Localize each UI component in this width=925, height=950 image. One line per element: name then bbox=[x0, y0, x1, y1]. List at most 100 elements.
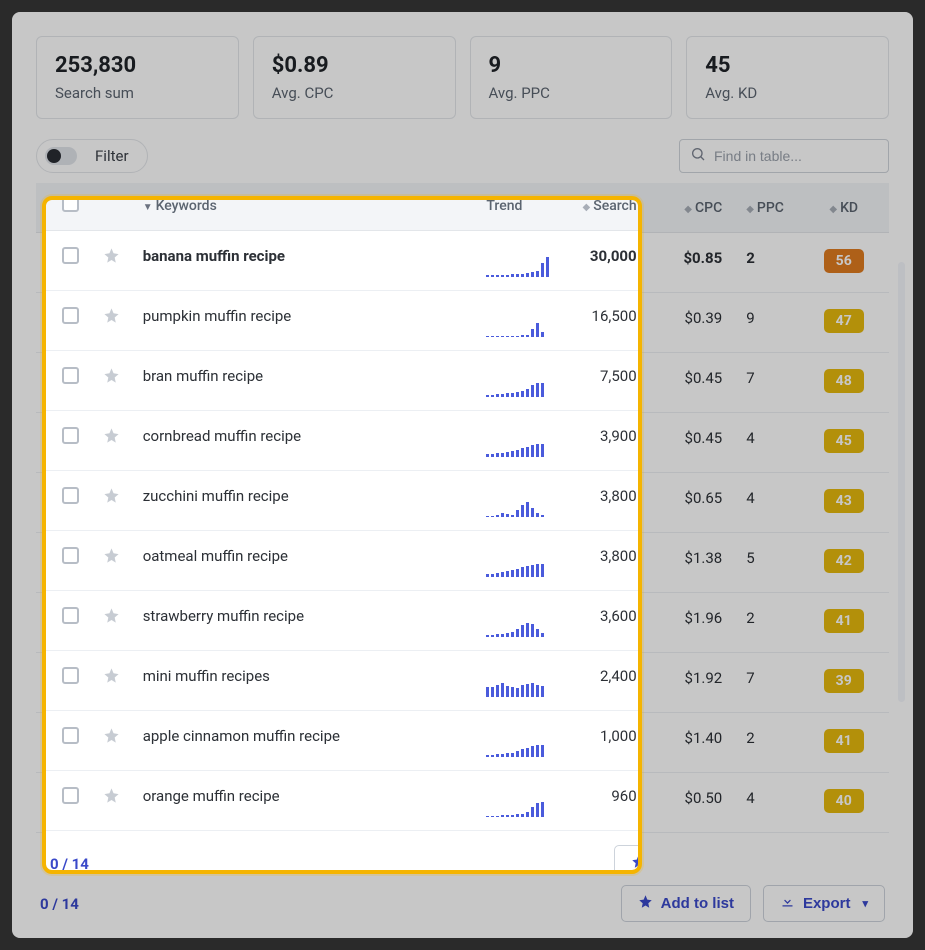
search-volume: 960 bbox=[614, 789, 639, 807]
ppc-value: 2 bbox=[746, 249, 755, 267]
cpc-value: $1.38 bbox=[685, 549, 723, 567]
star-icon[interactable] bbox=[94, 489, 119, 506]
table-search[interactable] bbox=[679, 139, 889, 173]
star-icon[interactable] bbox=[94, 729, 119, 746]
row-checkbox[interactable] bbox=[52, 609, 69, 626]
star-icon bbox=[638, 894, 653, 913]
ppc-value: 9 bbox=[746, 309, 754, 327]
ppc-value: 5 bbox=[746, 549, 754, 567]
stat-value: 45 bbox=[705, 53, 870, 78]
trend-sparkline bbox=[485, 737, 558, 759]
download-icon bbox=[780, 894, 795, 913]
row-checkbox[interactable] bbox=[52, 309, 69, 326]
keyword-text: bran muffin recipe bbox=[134, 369, 254, 387]
table-row[interactable]: strawberry muffin recipe3,600$1.96241 bbox=[36, 593, 889, 653]
keyword-text: orange muffin recipe bbox=[134, 789, 271, 807]
kd-badge: 42 bbox=[824, 549, 864, 573]
row-checkbox[interactable] bbox=[52, 369, 69, 386]
row-checkbox[interactable] bbox=[52, 249, 69, 266]
col-header-search[interactable]: ◆Search bbox=[567, 183, 658, 233]
cpc-value: $0.45 bbox=[685, 369, 723, 387]
table-row[interactable]: mini muffin recipes2,400$1.92739 bbox=[36, 653, 889, 713]
kd-badge: 47 bbox=[824, 309, 864, 333]
row-checkbox[interactable] bbox=[52, 669, 69, 686]
keyword-text: mini muffin recipes bbox=[134, 669, 261, 687]
star-icon[interactable] bbox=[94, 789, 119, 806]
stat-card-3: 45 Avg. KD bbox=[686, 36, 889, 119]
star-icon[interactable] bbox=[94, 369, 119, 386]
stat-label: Avg. CPC bbox=[272, 84, 437, 102]
row-checkbox[interactable] bbox=[52, 789, 69, 806]
select-all-checkbox[interactable] bbox=[52, 197, 69, 214]
keyword-text: apple cinnamon muffin recipe bbox=[134, 729, 331, 747]
table-row[interactable]: orange muffin recipe960$0.50440 bbox=[36, 773, 889, 833]
row-checkbox[interactable] bbox=[52, 429, 69, 446]
ppc-value: 7 bbox=[746, 369, 754, 387]
toggle-switch[interactable] bbox=[45, 147, 77, 165]
col-header-keywords[interactable]: ▼Keywords bbox=[126, 183, 477, 233]
star-icon[interactable] bbox=[94, 549, 119, 566]
cpc-value: $0.65 bbox=[685, 489, 723, 507]
stat-label: Avg. KD bbox=[705, 84, 870, 102]
table-row[interactable]: zucchini muffin recipe3,800$0.65443 bbox=[36, 473, 889, 533]
search-volume: 7,500 bbox=[602, 369, 639, 387]
trend-sparkline bbox=[485, 797, 558, 819]
export-button[interactable]: Export▾ bbox=[763, 885, 885, 922]
kd-badge: 41 bbox=[824, 729, 864, 753]
ppc-value: 7 bbox=[746, 669, 754, 687]
row-checkbox[interactable] bbox=[52, 549, 69, 566]
ppc-value: 4 bbox=[746, 429, 754, 447]
ppc-value: 2 bbox=[746, 729, 754, 747]
table-row[interactable]: bran muffin recipe 7,500 $0.45 7 48 bbox=[36, 353, 889, 413]
chevron-down-icon: ▾ bbox=[862, 897, 868, 910]
trend-sparkline bbox=[485, 677, 558, 699]
trend-sparkline bbox=[485, 377, 558, 399]
cpc-value: $1.40 bbox=[685, 729, 723, 747]
kd-badge: 45 bbox=[824, 429, 864, 453]
star-icon[interactable] bbox=[94, 609, 119, 626]
col-header-ppc[interactable]: ◆PPC bbox=[736, 183, 798, 233]
scrollbar-thumb[interactable] bbox=[898, 262, 905, 702]
trend-sparkline bbox=[485, 437, 558, 459]
keyword-text: strawberry muffin recipe bbox=[134, 609, 295, 627]
search-input[interactable] bbox=[714, 148, 878, 164]
keywords-table: ▼KeywordsTrend◆Search◆CPC◆PPC◆KDbanana m… bbox=[36, 183, 889, 833]
kd-badge: 48 bbox=[824, 369, 864, 393]
table-row[interactable]: pumpkin muffin recipe16,500$0.39947 bbox=[36, 293, 889, 353]
cpc-value: $1.96 bbox=[685, 609, 723, 627]
kd-badge: 41 bbox=[824, 609, 864, 633]
search-volume: 1,000 bbox=[602, 729, 639, 747]
cpc-value: $1.92 bbox=[685, 669, 723, 687]
ppc-value: 4 bbox=[746, 489, 754, 507]
cpc-value: $0.45 bbox=[685, 429, 723, 447]
stat-value: $0.89 bbox=[272, 53, 437, 78]
table-row[interactable]: apple cinnamon muffin recipe 1,000 $1.40 2 4… bbox=[36, 713, 889, 773]
trend-sparkline bbox=[485, 617, 558, 639]
col-header-trend[interactable]: Trend bbox=[477, 183, 566, 233]
search-volume: 16,500 bbox=[594, 309, 639, 327]
stat-value: 9 bbox=[489, 53, 654, 78]
trend-sparkline bbox=[485, 557, 558, 579]
keyword-text: oatmeal muffin recipe bbox=[134, 549, 279, 567]
pagination-count: 0 / 14 bbox=[40, 895, 79, 913]
star-icon[interactable] bbox=[94, 249, 119, 266]
row-checkbox[interactable] bbox=[52, 729, 69, 746]
search-volume: 30,000 bbox=[592, 249, 639, 267]
col-header-kd[interactable]: ◆KD bbox=[798, 183, 889, 233]
table-row[interactable]: oatmeal muffin recipe 3,800 $1.38 5 42 bbox=[36, 533, 889, 593]
star-icon[interactable] bbox=[94, 429, 119, 446]
col-header-cpc[interactable]: ◆CPC bbox=[657, 183, 736, 233]
table-row[interactable]: cornbread muffin recipe3,900$0.45445 bbox=[36, 413, 889, 473]
search-volume: 3,800 bbox=[602, 489, 639, 507]
row-checkbox[interactable] bbox=[52, 489, 69, 506]
filter-toggle[interactable]: Filter bbox=[36, 139, 148, 173]
search-volume: 3,800 bbox=[602, 549, 639, 567]
kd-badge: 56 bbox=[824, 249, 864, 273]
add-to-list-button[interactable]: Add to list bbox=[621, 885, 751, 922]
kd-badge: 43 bbox=[824, 489, 864, 513]
ppc-value: 2 bbox=[746, 609, 754, 627]
table-row[interactable]: banana muffin recipe30,000$0.85256 bbox=[36, 233, 889, 293]
star-icon[interactable] bbox=[94, 309, 119, 326]
stat-label: Avg. PPC bbox=[489, 84, 654, 102]
star-icon[interactable] bbox=[94, 669, 119, 686]
